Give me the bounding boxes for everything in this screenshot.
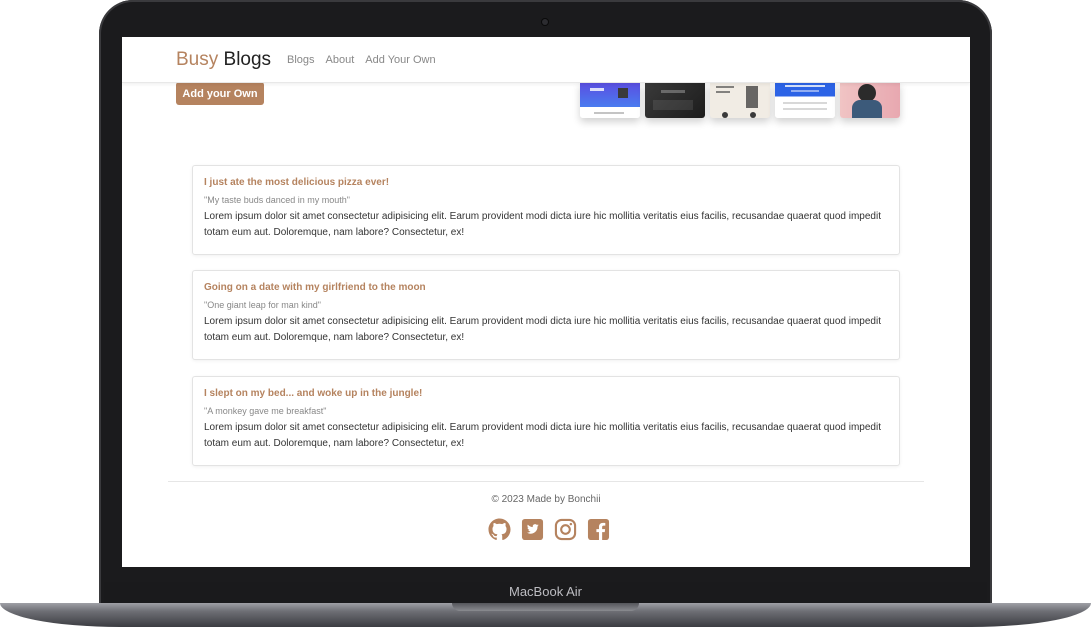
camera-icon [542, 19, 548, 25]
laptop-notch [452, 603, 639, 611]
brand-main: Blogs [223, 49, 272, 70]
add-your-own-button[interactable]: Add your Own [176, 82, 264, 105]
github-icon[interactable] [488, 518, 511, 541]
post-body: Lorem ipsum dolor sit amet consectetur a… [204, 422, 881, 449]
blog-post-card[interactable]: Going on a date with my girlfriend to th… [192, 270, 900, 360]
post-subtitle: "A monkey gave me breakfast" [204, 406, 327, 416]
blog-post-card[interactable]: I just ate the most delicious pizza ever… [192, 165, 900, 255]
post-title[interactable]: I slept on my bed... and woke up in the … [204, 388, 888, 399]
instagram-icon[interactable] [554, 518, 577, 541]
brand-accent: Busy [176, 49, 219, 70]
post-title[interactable]: I just ate the most delicious pizza ever… [204, 177, 888, 188]
thumbnail-image [645, 82, 705, 118]
post-body: Lorem ipsum dolor sit amet consectetur a… [204, 211, 881, 238]
navbar: Busy Blogs Blogs About Add Your Own [122, 37, 970, 83]
post-subtitle: "My taste buds danced in my mouth" [204, 195, 350, 205]
post-title[interactable]: Going on a date with my girlfriend to th… [204, 282, 888, 293]
thumbnail-image [775, 82, 835, 118]
nav-links: Blogs About Add Your Own [287, 54, 436, 66]
twitter-icon[interactable] [521, 518, 544, 541]
post-subtitle: "One giant leap for man kind" [204, 300, 321, 310]
nav-link-blogs[interactable]: Blogs [287, 54, 315, 66]
social-links [488, 518, 610, 541]
brand-logo[interactable]: Busy Blogs [176, 49, 271, 71]
thumbnail-image [580, 82, 640, 118]
thumbnail-image [840, 82, 900, 118]
device-label: MacBook Air [509, 584, 582, 599]
nav-link-add-your-own[interactable]: Add Your Own [365, 54, 435, 66]
post-body: Lorem ipsum dolor sit amet consectetur a… [204, 316, 881, 343]
nav-link-about[interactable]: About [326, 54, 355, 66]
browser-viewport: Busy Blogs Blogs About Add Your Own Add … [122, 37, 970, 567]
laptop-frame: Busy Blogs Blogs About Add Your Own Add … [0, 0, 1091, 627]
footer-divider [168, 481, 924, 482]
blog-post-card[interactable]: I slept on my bed... and woke up in the … [192, 376, 900, 466]
footer-copyright: © 2023 Made by Bonchii [491, 494, 601, 505]
facebook-icon[interactable] [587, 518, 610, 541]
hero-thumbnails [580, 82, 900, 118]
thumbnail-image [710, 82, 770, 118]
